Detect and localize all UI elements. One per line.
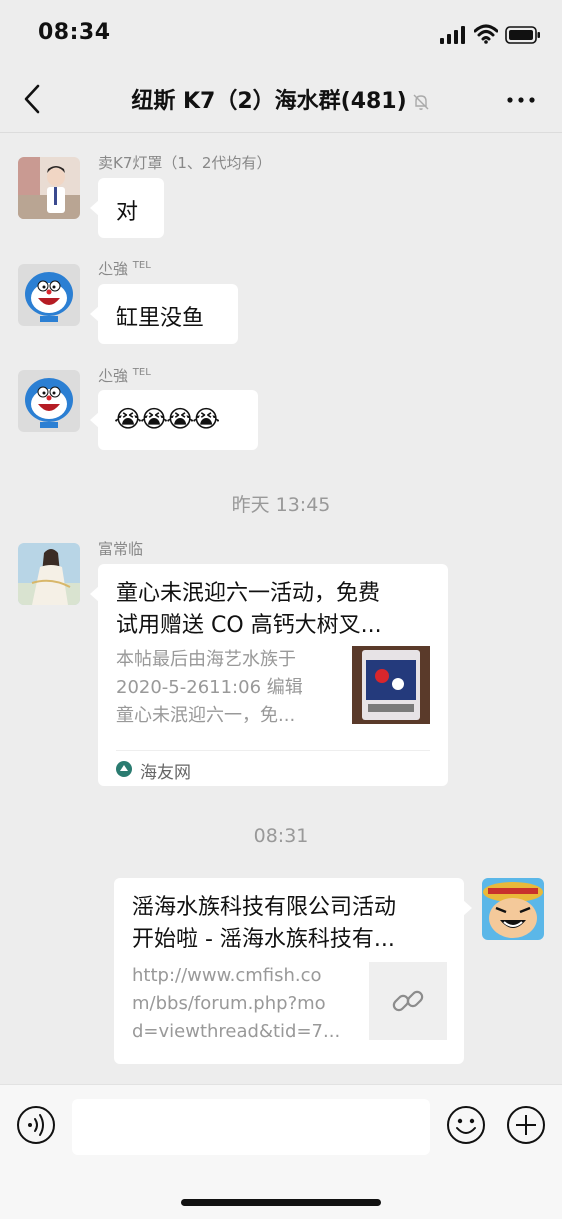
home-indicator <box>181 1199 381 1206</box>
status-bar: 08:34 <box>0 0 562 68</box>
emoji-icon[interactable] <box>446 1105 486 1145</box>
input-bar <box>0 1084 562 1219</box>
battery-icon <box>505 26 540 44</box>
timestamp: 08:31 <box>253 825 309 847</box>
message-bubble[interactable]: 缸里没鱼 <box>90 284 238 344</box>
source-logo-icon <box>116 761 132 777</box>
message-bubble[interactable]: 对 <box>90 178 164 238</box>
message-text: 缸里没鱼 <box>116 306 205 331</box>
add-attachment-icon[interactable] <box>506 1105 546 1145</box>
emoji-message: 😭😭😭😭 <box>114 405 220 433</box>
avatar[interactable] <box>18 157 80 219</box>
link-thumbnail <box>369 962 447 1040</box>
sender-name: 尐強 TEL <box>98 367 151 385</box>
link-icon <box>392 990 424 1012</box>
sender-name: 富常临 <box>98 540 144 558</box>
article-title: 童心未泯迎六一活动，免费 试用赠送 CO 高钙大树叉... <box>116 581 382 638</box>
chat-title-text: 纽斯 K7（2）海水群(481) <box>131 89 407 114</box>
link-title: 滛海水族科技有限公司活动 开始啦 - 滛海水族科技有... <box>132 895 397 952</box>
article-source: 海友网 <box>116 750 430 787</box>
wifi-icon <box>474 24 498 44</box>
avatar[interactable] <box>482 878 544 940</box>
message-text: 对 <box>116 200 139 225</box>
signal-icon <box>440 26 465 44</box>
source-name: 海友网 <box>140 763 191 783</box>
message-bubble[interactable]: 😭😭😭😭 <box>90 390 258 450</box>
article-card[interactable]: 童心未泯迎六一活动，免费 试用赠送 CO 高钙大树叉... 本帖最后由海艺水族于… <box>90 564 448 787</box>
link-url: http://www.cmfish.co m/bbs/forum.php?mo … <box>132 965 341 1042</box>
timestamp: 昨天 13:45 <box>231 494 331 516</box>
sender-name: 尐強 TEL <box>98 260 151 278</box>
avatar[interactable] <box>18 370 80 432</box>
muted-bell-icon <box>413 94 429 110</box>
article-description: 本帖最后由海艺水族于 2020-5-2611:06 编辑 童心未泯迎六一，免..… <box>116 649 303 726</box>
clock: 08:34 <box>38 20 111 45</box>
chat-title: 纽斯 K7（2）海水群(481) <box>0 83 562 115</box>
avatar[interactable] <box>18 264 80 326</box>
link-card[interactable]: 滛海水族科技有限公司活动 开始啦 - 滛海水族科技有... http://www… <box>114 878 472 1064</box>
avatar[interactable] <box>18 543 80 605</box>
chat-header: 纽斯 K7（2）海水群(481) <box>0 68 562 133</box>
more-options-icon[interactable] <box>505 90 537 110</box>
message-input[interactable] <box>72 1099 430 1155</box>
article-thumbnail <box>352 646 430 724</box>
sender-name: 卖K7灯罩（1、2代均有） <box>98 154 272 172</box>
voice-input-icon[interactable] <box>16 1105 56 1145</box>
